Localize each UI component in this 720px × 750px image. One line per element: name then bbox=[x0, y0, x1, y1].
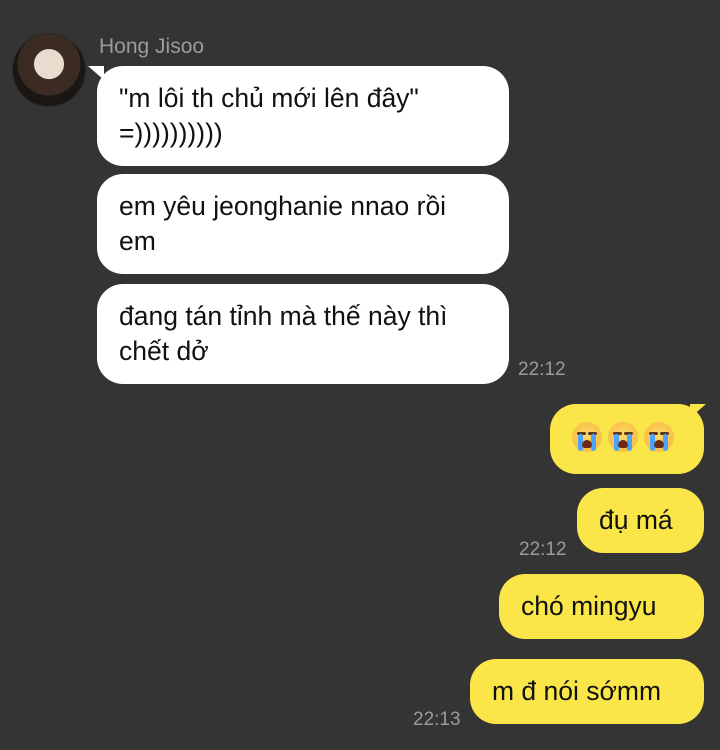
emoji-row bbox=[572, 422, 682, 452]
incoming-message[interactable]: em yêu jeonghanie nnao rồi em bbox=[97, 174, 509, 274]
outgoing-message[interactable]: chó mingyu bbox=[499, 574, 704, 639]
message-text: đang tán tỉnh mà thế này thì chết dở bbox=[119, 301, 448, 366]
message-timestamp: 22:12 bbox=[518, 359, 566, 380]
outgoing-message-emoji[interactable]: 😭😭😭 bbox=[550, 404, 704, 474]
message-text: đụ má bbox=[599, 505, 673, 535]
message-timestamp: 22:13 bbox=[413, 709, 461, 730]
outgoing-message[interactable]: đụ má bbox=[577, 488, 704, 553]
contact-avatar[interactable] bbox=[12, 33, 86, 107]
message-text: em yêu jeonghanie nnao rồi em bbox=[119, 191, 447, 256]
sender-name: Hong Jisoo bbox=[99, 35, 205, 58]
loudly-crying-face-icon bbox=[608, 422, 638, 452]
loudly-crying-face-icon bbox=[572, 422, 602, 452]
incoming-message[interactable]: đang tán tỉnh mà thế này thì chết dở bbox=[97, 284, 509, 384]
loudly-crying-face-icon bbox=[644, 422, 674, 452]
message-text: "m lôi th chủ mới lên đây" =)))))))))) bbox=[119, 83, 419, 148]
emoji-text: 😭😭😭 bbox=[572, 452, 573, 453]
incoming-message[interactable]: "m lôi th chủ mới lên đây" =)))))))))) bbox=[97, 66, 509, 166]
message-text: chó mingyu bbox=[521, 591, 657, 621]
message-timestamp: 22:12 bbox=[519, 539, 567, 560]
outgoing-message[interactable]: m đ nói sớmm bbox=[470, 659, 704, 724]
message-text: m đ nói sớmm bbox=[492, 676, 662, 706]
